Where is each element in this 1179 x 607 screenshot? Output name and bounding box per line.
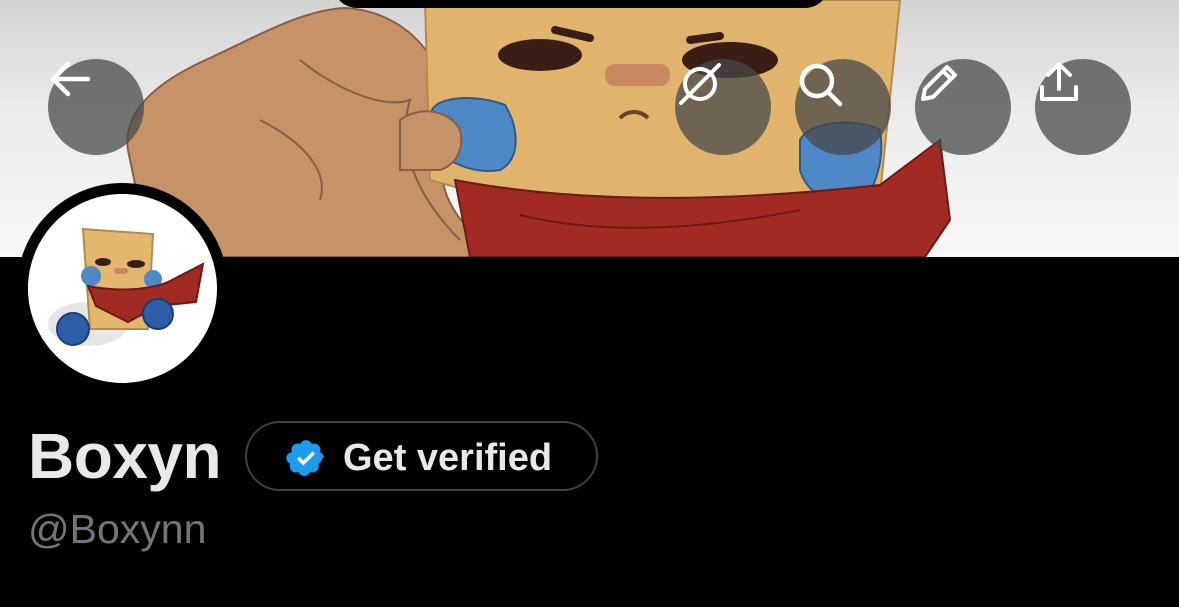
arrow-left-icon	[50, 61, 91, 97]
search-icon	[799, 63, 843, 107]
display-name: Boxyn	[28, 420, 222, 492]
back-button[interactable]	[48, 59, 144, 155]
verified-badge-icon	[286, 440, 324, 476]
avatar[interactable]	[17, 183, 228, 394]
grok-icon	[679, 63, 721, 105]
device-notch	[333, 0, 829, 8]
edit-button[interactable]	[915, 59, 1011, 155]
profile-handle: @Boxynn	[28, 506, 207, 552]
share-icon	[1040, 62, 1078, 101]
pencil-icon	[921, 65, 957, 101]
avatar-image	[28, 194, 217, 383]
search-button[interactable]	[795, 59, 891, 155]
get-verified-label: Get verified	[343, 437, 553, 479]
grok-button[interactable]	[675, 59, 771, 155]
get-verified-button[interactable]: Get verified	[245, 421, 598, 491]
share-button[interactable]	[1035, 59, 1131, 155]
